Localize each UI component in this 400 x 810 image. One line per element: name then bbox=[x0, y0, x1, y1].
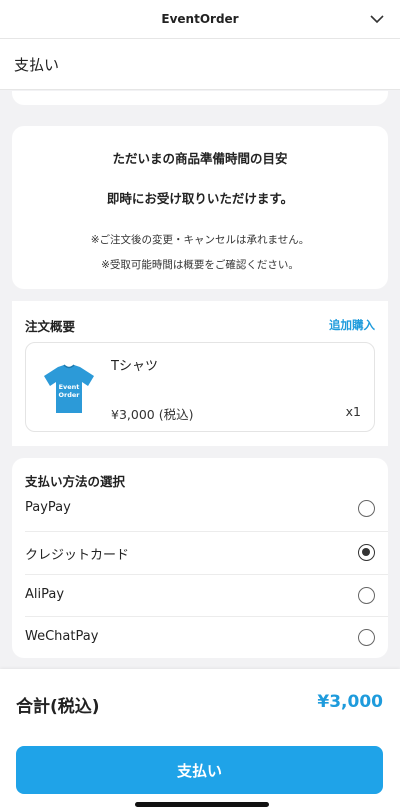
payment-option-label: WeChatPay bbox=[25, 629, 99, 644]
chevron-down-icon[interactable] bbox=[368, 10, 386, 28]
app-title: EventOrder bbox=[161, 12, 239, 26]
notice-subtitle: 即時にお受け取りいただけます。 bbox=[106, 191, 294, 206]
payment-option-paypay[interactable]: PayPay bbox=[25, 488, 388, 530]
notice-title: ただいまの商品準備時間の目安 bbox=[112, 151, 288, 166]
payment-option-alipay[interactable]: AliPay bbox=[25, 574, 388, 616]
payment-option-label: クレジットカード bbox=[25, 548, 130, 563]
notice-note: ※受取可能時間は概要をご確認ください。 bbox=[101, 259, 299, 271]
radio-button[interactable] bbox=[358, 500, 375, 517]
add-purchase-link[interactable]: 追加購入 bbox=[329, 317, 375, 333]
svg-text:Event: Event bbox=[59, 383, 80, 391]
home-indicator bbox=[135, 802, 269, 807]
payment-method-card: 支払い方法の選択 PayPay クレジットカード AliPay WeChatPa… bbox=[12, 458, 388, 658]
total-label: 合計(税込) bbox=[16, 697, 100, 717]
order-summary-label: 注文概要 bbox=[25, 319, 76, 334]
scroll-content[interactable]: ただいまの商品準備時間の目安 即時にお受け取りいただけます。 ※ご注文後の変更・… bbox=[0, 91, 400, 669]
payment-option-label: PayPay bbox=[25, 500, 71, 515]
page-header: 支払い bbox=[0, 38, 400, 90]
payment-option-credit-card[interactable]: クレジットカード bbox=[25, 531, 388, 573]
payment-option-label: AliPay bbox=[25, 587, 65, 602]
notice-note: ※ご注文後の変更・キャンセルは承れません。 bbox=[90, 234, 310, 246]
item-name: Tシャツ bbox=[111, 359, 158, 374]
page-title: 支払い bbox=[14, 55, 60, 74]
pay-button[interactable]: 支払い bbox=[16, 746, 383, 794]
payment-option-wechatpay[interactable]: WeChatPay bbox=[25, 616, 388, 658]
tshirt-image: Event Order bbox=[44, 364, 94, 413]
notice-card: ただいまの商品準備時間の目安 即時にお受け取りいただけます。 ※ご注文後の変更・… bbox=[12, 126, 388, 289]
svg-text:Order: Order bbox=[59, 391, 81, 399]
item-quantity: x1 bbox=[345, 404, 361, 419]
order-item: Event Order Tシャツ ¥3,000 (税込) x1 bbox=[25, 342, 375, 432]
top-bar: EventOrder bbox=[0, 0, 400, 38]
radio-button[interactable] bbox=[358, 544, 375, 561]
radio-button[interactable] bbox=[358, 629, 375, 646]
total-amount: ¥3,000 bbox=[317, 692, 383, 712]
item-price: ¥3,000 (税込) bbox=[111, 407, 194, 422]
previous-card bbox=[12, 91, 388, 105]
radio-button[interactable] bbox=[358, 587, 375, 604]
order-summary-card: 注文概要 追加購入 Event Order Tシャツ ¥3,000 (税込) x… bbox=[12, 301, 388, 446]
checkout-footer: 合計(税込) ¥3,000 支払い bbox=[0, 669, 400, 810]
